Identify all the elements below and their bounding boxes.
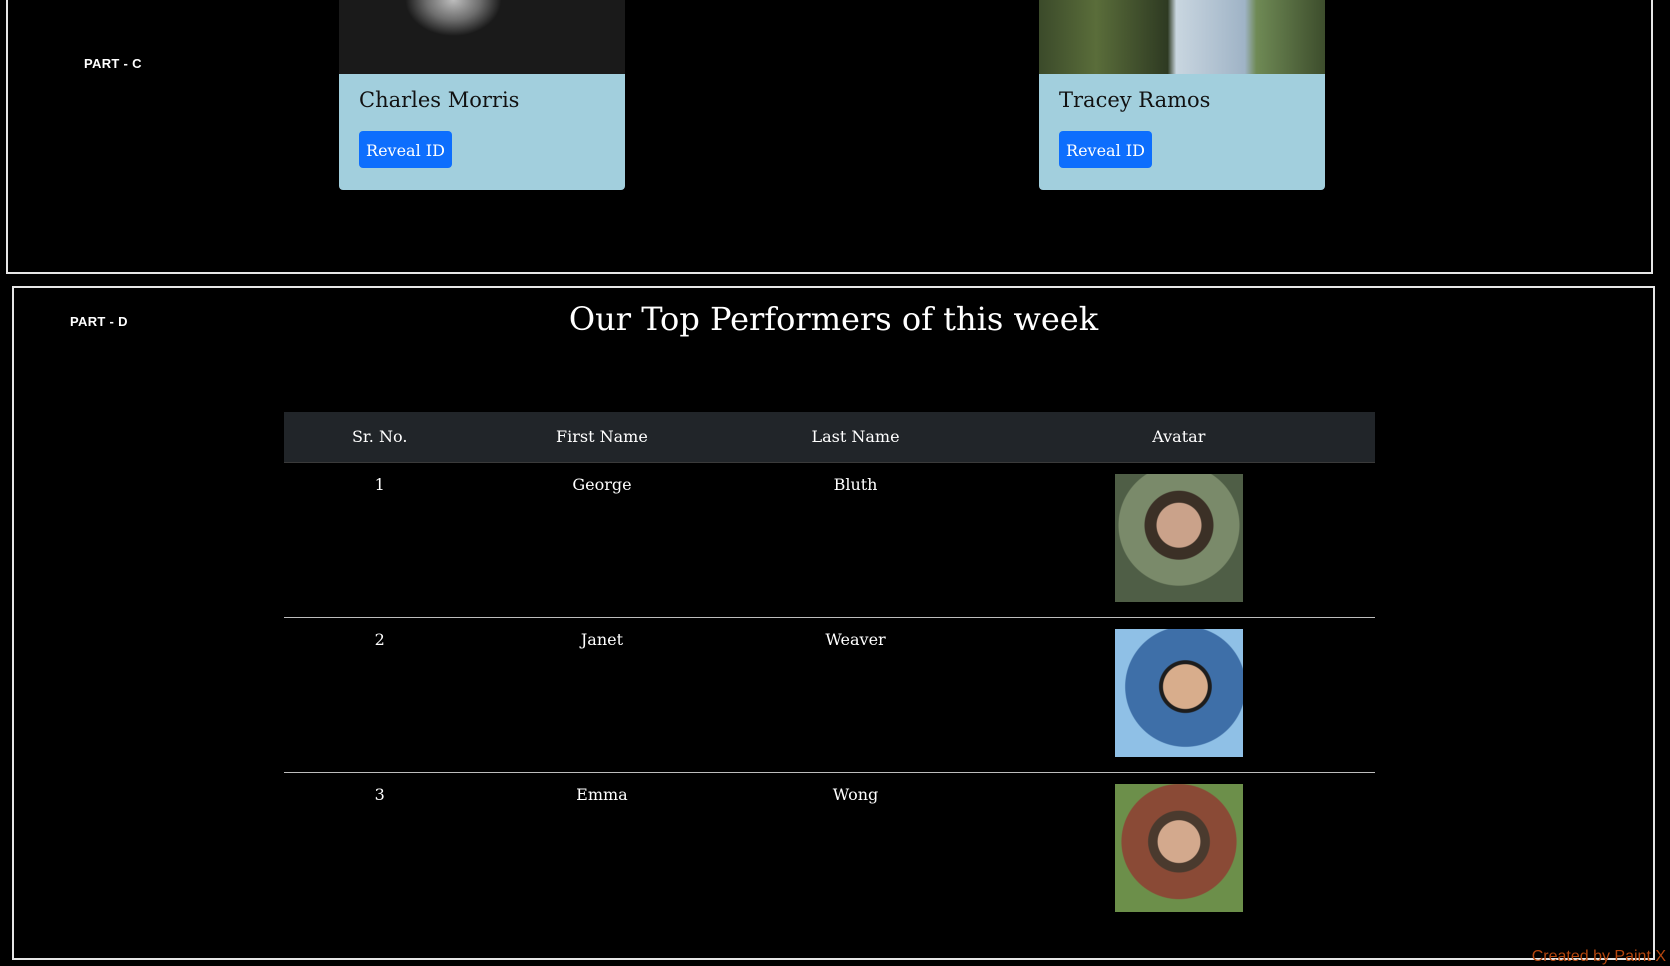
- cell-avatar: [982, 462, 1375, 618]
- avatar-image: [1114, 628, 1243, 757]
- column-header-last-name: Last Name: [728, 412, 983, 463]
- table-row: 1 George Bluth: [284, 462, 1375, 618]
- footer-credit: Created by Paint X: [1531, 948, 1666, 965]
- table-row: 3 Emma Wong: [284, 772, 1375, 927]
- cell-sr-no: 1: [284, 462, 476, 618]
- profile-card: Charles Morris Reveal ID: [339, 0, 625, 190]
- reveal-id-button[interactable]: Reveal ID: [1059, 131, 1152, 168]
- cell-first-name: Janet: [475, 617, 729, 773]
- cell-first-name: Emma: [576, 784, 628, 804]
- cell-avatar: [983, 772, 1375, 927]
- avatar-image: [1114, 783, 1243, 912]
- table-header-row: Sr. No. First Name Last Name Avatar: [284, 412, 1375, 463]
- part-c-section: PART - C Charles Morris Reveal ID Tracey…: [6, 0, 1653, 274]
- profile-photo: [1039, 0, 1325, 74]
- cell-first-name: George: [475, 462, 729, 618]
- reveal-id-button[interactable]: Reveal ID: [359, 131, 452, 168]
- cell-last-name: Wong: [832, 784, 879, 804]
- cell-avatar: [982, 617, 1375, 773]
- profile-card: Tracey Ramos Reveal ID: [1039, 0, 1325, 190]
- cell-sr-no: 3: [374, 784, 385, 804]
- profile-photo: [339, 0, 625, 74]
- profile-name: Tracey Ramos: [1059, 88, 1211, 112]
- part-d-section: PART - D Our Top Performers of this week…: [12, 286, 1655, 960]
- top-performers-table: Sr. No. First Name Last Name Avatar 1 Ge…: [284, 412, 1375, 927]
- part-c-label: PART - C: [84, 56, 142, 71]
- cell-last-name: Weaver: [728, 617, 983, 773]
- cell-sr-no: 2: [284, 617, 476, 773]
- column-header-avatar: Avatar: [982, 412, 1375, 463]
- table-row: 2 Janet Weaver: [284, 617, 1375, 773]
- column-header-first-name: First Name: [475, 412, 729, 463]
- avatar-image: [1114, 473, 1243, 602]
- section-title: Our Top Performers of this week: [568, 300, 1099, 338]
- profile-name: Charles Morris: [359, 88, 520, 112]
- cell-last-name: Bluth: [728, 462, 983, 618]
- column-header-sr-no: Sr. No.: [284, 412, 476, 463]
